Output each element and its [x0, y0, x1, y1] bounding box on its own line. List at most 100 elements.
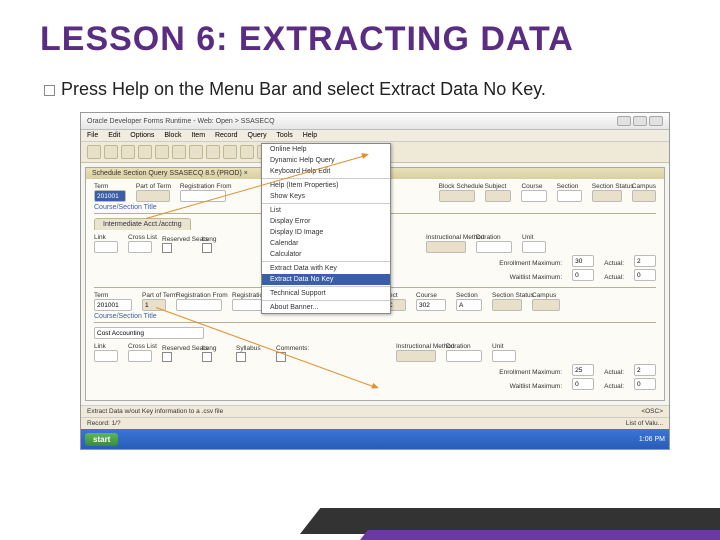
field-sect[interactable] [557, 190, 582, 202]
field-wlact[interactable]: 0 [634, 269, 656, 281]
help-item-calculator[interactable]: Calculator [262, 249, 390, 260]
help-item-online[interactable]: Online Help [262, 144, 390, 155]
field-link[interactable] [94, 241, 118, 253]
field2-instmeth[interactable] [396, 350, 436, 362]
lbl2-enract: Actual: [604, 369, 624, 376]
close-button[interactable] [649, 116, 663, 126]
help-item-about[interactable]: About Banner... [262, 302, 390, 313]
lbl-long: Long [202, 236, 226, 243]
status-bar-2: Record: 1/? List of Valu... [81, 417, 669, 429]
hdr2-campus: Campus [532, 292, 560, 299]
toolbar-execute-query-icon[interactable] [206, 145, 220, 159]
maximize-button[interactable] [633, 116, 647, 126]
window-title-text: Oracle Developer Forms Runtime - Web: Op… [87, 118, 275, 125]
field2-campus[interactable] [532, 299, 560, 311]
lbl-unit: Unit [522, 234, 546, 241]
check2-long[interactable] [202, 352, 212, 362]
check2-reserved[interactable] [162, 352, 172, 362]
help-item-extract-key[interactable]: Extract Data with Key [262, 263, 390, 274]
toolbar-cancel-query-icon[interactable] [223, 145, 237, 159]
tab-intermediate[interactable]: Intermediate Acct./acctng [94, 218, 191, 230]
toolbar-print-icon[interactable] [240, 145, 254, 159]
bullet-box-icon [44, 85, 55, 96]
lbl-wlact: Actual: [604, 274, 624, 281]
menu-record[interactable]: Record [215, 132, 238, 139]
windows-taskbar: start 1:06 PM [81, 429, 669, 449]
field-unit[interactable] [522, 241, 546, 253]
toolbar-next-icon[interactable] [172, 145, 186, 159]
field2-regfrom[interactable] [176, 299, 222, 311]
hdr2-crse: Course [416, 292, 446, 299]
field2-course-title[interactable]: Cost Accounting [94, 327, 204, 339]
field-instmeth[interactable] [426, 241, 466, 253]
hdr2-regfrom: Registration From [176, 292, 222, 299]
field2-sect[interactable]: A [456, 299, 482, 311]
help-item-display-id[interactable]: Display ID Image [262, 227, 390, 238]
field2-enrmax[interactable]: 25 [572, 364, 594, 376]
menu-options[interactable]: Options [130, 132, 154, 139]
hdr-term: Term [94, 183, 126, 190]
minimize-button[interactable] [617, 116, 631, 126]
check2-syllabus[interactable] [236, 352, 246, 362]
field-duration[interactable] [476, 241, 512, 253]
menu-help[interactable]: Help [303, 132, 317, 139]
menu-block[interactable]: Block [164, 132, 181, 139]
field-enrmax[interactable]: 30 [572, 255, 594, 267]
field-crse[interactable] [521, 190, 546, 202]
menu-edit[interactable]: Edit [108, 132, 120, 139]
field-campus[interactable] [632, 190, 656, 202]
field2-status[interactable] [492, 299, 522, 311]
status-mid: <OSC> [641, 408, 663, 415]
field2-unit[interactable] [492, 350, 516, 362]
menu-separator [262, 300, 390, 301]
help-item-dynamic[interactable]: Dynamic Help Query [262, 155, 390, 166]
help-item-keyboard[interactable]: Keyboard Help Edit [262, 166, 390, 177]
check-long[interactable] [202, 243, 212, 253]
field2-wlmax[interactable]: 0 [572, 378, 594, 390]
menu-file[interactable]: File [87, 132, 98, 139]
lbl2-duration: Duration [446, 343, 482, 350]
field-term[interactable]: 201001 [94, 190, 126, 202]
field-subj[interactable] [485, 190, 512, 202]
help-item-display-error[interactable]: Display Error [262, 216, 390, 227]
field-wlmax[interactable]: 0 [572, 269, 594, 281]
toolbar-remove-icon[interactable] [138, 145, 152, 159]
lbl-instmeth: Instructional Method [426, 234, 466, 241]
field-cross[interactable] [128, 241, 152, 253]
menu-tools[interactable]: Tools [276, 132, 292, 139]
toolbar-enter-query-icon[interactable] [189, 145, 203, 159]
check-reserved[interactable] [162, 243, 172, 253]
field2-wlact[interactable]: 0 [634, 378, 656, 390]
lbl-enract: Actual: [604, 260, 624, 267]
field2-term[interactable]: 201001 [94, 299, 132, 311]
field2-duration[interactable] [446, 350, 482, 362]
help-item-list[interactable]: List [262, 205, 390, 216]
lbl2-wlmax: Waitlist Maximum: [510, 383, 562, 390]
toolbar-save-icon[interactable] [87, 145, 101, 159]
help-item-properties[interactable]: Help (Item Properties) [262, 180, 390, 191]
field-pot[interactable] [136, 190, 170, 202]
status-left: Extract Data w/out Key information to a … [87, 408, 223, 415]
lbl2-cross: Cross List [128, 343, 152, 350]
toolbar-prev-icon[interactable] [155, 145, 169, 159]
hdr2-sect: Section [456, 292, 482, 299]
start-button[interactable]: start [85, 433, 118, 446]
menu-query[interactable]: Query [248, 132, 267, 139]
help-item-tech-support[interactable]: Technical Support [262, 288, 390, 299]
help-item-calendar[interactable]: Calendar [262, 238, 390, 249]
field-enract[interactable]: 2 [634, 255, 656, 267]
toolbar-insert-icon[interactable] [121, 145, 135, 159]
bullet-content: Press Help on the Menu Bar and select Ex… [61, 79, 546, 99]
field-status[interactable] [592, 190, 622, 202]
toolbar-rollback-icon[interactable] [104, 145, 118, 159]
menu-item[interactable]: Item [191, 132, 205, 139]
field2-crse[interactable]: 302 [416, 299, 446, 311]
help-item-extract-no-key[interactable]: Extract Data No Key [262, 274, 390, 285]
slide-accent-decoration [300, 490, 720, 540]
help-item-showkeys[interactable]: Show Keys [262, 191, 390, 202]
field-block[interactable] [439, 190, 475, 202]
field2-enract[interactable]: 2 [634, 364, 656, 376]
field2-cross[interactable] [128, 350, 152, 362]
field2-link[interactable] [94, 350, 118, 362]
lbl-link: Link [94, 234, 118, 241]
